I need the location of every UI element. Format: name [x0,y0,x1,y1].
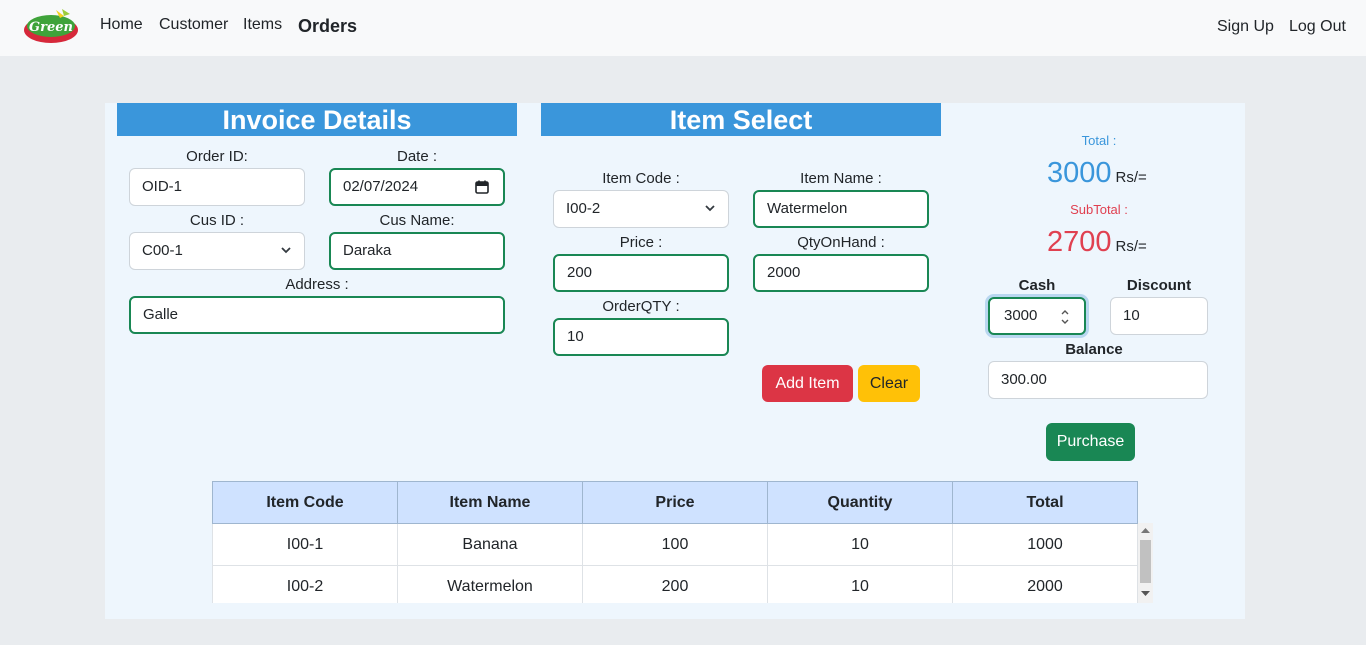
item-name-label: Item Name : [800,170,882,187]
qty-on-hand-label: QtyOnHand : [797,234,885,251]
cus-name-label: Cus Name: [379,212,455,229]
total-label: Total : [1081,133,1117,148]
cell-price: 100 [582,523,768,566]
cus-id-label: Cus ID : [189,212,245,229]
add-item-button[interactable]: Add Item [762,365,853,402]
number-spinner-icon[interactable] [1058,306,1072,328]
col-item-name: Item Name [397,481,583,524]
cell-total: 2000 [952,565,1138,603]
total-unit: Rs/= [1115,169,1147,186]
date-value: 02/07/2024 [343,178,419,195]
table-row[interactable]: I00-2 Watermelon 200 10 2000 [212,565,1138,603]
purchase-button[interactable]: Purchase [1046,423,1135,461]
item-code-value: I00-2 [566,200,601,217]
order-qty-input[interactable]: 10 [553,318,729,356]
cash-value: 3000 [1004,307,1038,324]
col-quantity: Quantity [767,481,953,524]
subtotal-unit: Rs/= [1115,238,1147,255]
nav-log-out[interactable]: Log Out [1289,18,1346,36]
order-id-label: Order ID: [186,148,248,165]
cus-id-select[interactable]: C00-1 [129,232,305,270]
balance-label: Balance [1065,341,1123,358]
col-price: Price [582,481,768,524]
address-input[interactable]: Galle [129,296,505,334]
discount-input[interactable]: 10 [1110,297,1208,335]
col-item-code: Item Code [212,481,398,524]
chevron-down-icon [281,247,291,254]
order-table: Item Code Item Name Price Quantity Total… [212,481,1138,603]
nav-orders[interactable]: Orders [298,16,357,37]
scroll-down-icon[interactable] [1141,591,1150,597]
item-code-label: Item Code : [602,170,680,187]
scroll-up-icon[interactable] [1141,527,1150,533]
nav-sign-up[interactable]: Sign Up [1217,18,1274,36]
clear-button[interactable]: Clear [858,365,920,402]
cash-label: Cash [1018,277,1056,294]
cell-price: 200 [582,565,768,603]
cell-total: 1000 [952,523,1138,566]
cus-name-input[interactable]: Daraka [329,232,505,270]
nav-home[interactable]: Home [100,16,143,34]
cell-quantity: 10 [767,565,953,603]
order-table-container: Item Code Item Name Price Quantity Total… [212,481,1138,603]
table-scrollbar[interactable] [1138,523,1153,603]
address-label: Address : [285,276,349,293]
order-qty-label: OrderQTY : [602,298,680,315]
price-input[interactable]: 200 [553,254,729,292]
cell-item-code: I00-1 [212,523,398,566]
calendar-icon[interactable] [475,180,489,194]
nav-items[interactable]: Items [243,16,282,34]
table-row[interactable]: I00-1 Banana 100 10 1000 [212,523,1138,566]
cell-item-code: I00-2 [212,565,398,603]
date-input[interactable]: 02/07/2024 [329,168,505,206]
subtotal-label: SubTotal : [1070,202,1128,217]
navbar: Green Home Customer Items Orders Sign Up… [0,0,1366,56]
subtotal-value: 2700 [1047,226,1112,258]
discount-label: Discount [1126,277,1192,294]
col-total: Total [952,481,1138,524]
chevron-down-icon [705,205,715,212]
nav-customer[interactable]: Customer [159,16,228,34]
cell-item-name: Watermelon [397,565,583,603]
table-header-row: Item Code Item Name Price Quantity Total [212,481,1138,524]
cash-input[interactable]: 3000 [988,297,1086,335]
date-label: Date : [396,148,438,165]
order-id-input[interactable]: OID-1 [129,168,305,206]
item-code-select[interactable]: I00-2 [553,190,729,228]
subtotal-amount: 2700 Rs/= [1047,226,1147,259]
price-label: Price : [619,234,663,251]
qty-on-hand-input[interactable]: 2000 [753,254,929,292]
item-name-input[interactable]: Watermelon [753,190,929,228]
cell-quantity: 10 [767,523,953,566]
cell-item-name: Banana [397,523,583,566]
total-value: 3000 [1047,157,1112,189]
balance-input[interactable]: 300.00 [988,361,1208,399]
invoice-details-header: Invoice Details [117,103,517,136]
total-amount: 3000 Rs/= [1047,157,1147,190]
scrollbar-thumb[interactable] [1140,540,1151,583]
brand-logo[interactable]: Green [22,6,80,46]
svg-text:Green: Green [29,20,73,35]
cus-id-value: C00-1 [142,242,183,259]
item-select-header: Item Select [541,103,941,136]
